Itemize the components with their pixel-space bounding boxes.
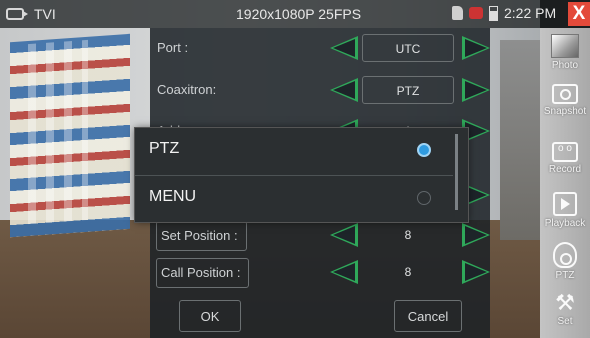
option-ptz-label: PTZ bbox=[149, 140, 180, 157]
set-position-next-arrow-icon[interactable] bbox=[462, 223, 490, 247]
snapshot-label: Snapshot bbox=[543, 106, 587, 117]
usb-icon bbox=[469, 7, 483, 19]
ptz-button[interactable]: PTZ bbox=[540, 240, 590, 281]
coaxitron-prev-arrow-icon[interactable] bbox=[330, 78, 358, 102]
option-menu-label: MENU bbox=[149, 188, 197, 205]
row-coaxitron: Coaxitron: PTZ bbox=[150, 73, 490, 107]
resolution-readout: 1920x1080P 25FPS bbox=[236, 6, 362, 22]
video-camera-icon bbox=[6, 8, 28, 20]
port-value[interactable]: UTC bbox=[362, 34, 454, 62]
set-position-button[interactable]: Set Position : bbox=[156, 221, 247, 251]
row-port: Port : UTC bbox=[150, 31, 490, 65]
coaxitron-next-arrow-icon[interactable] bbox=[462, 78, 490, 102]
close-button[interactable]: X bbox=[568, 2, 590, 26]
set-label: Set bbox=[557, 316, 573, 327]
set-position-value[interactable]: 8 bbox=[362, 221, 454, 249]
port-label: Port : bbox=[157, 40, 189, 55]
status-bar: TVI 1920x1080P 25FPS 2:22 PM X bbox=[0, 0, 590, 28]
playback-label: Playback bbox=[544, 218, 586, 229]
record-button[interactable]: Record bbox=[540, 140, 590, 175]
port-prev-arrow-icon[interactable] bbox=[330, 36, 358, 60]
playback-button[interactable]: Playback bbox=[540, 190, 590, 229]
coaxitron-dropdown-dialog: PTZ MENU bbox=[135, 128, 468, 222]
set-position-prev-arrow-icon[interactable] bbox=[330, 223, 358, 247]
dropdown-scrollbar-thumb[interactable] bbox=[455, 134, 458, 210]
port-next-arrow-icon[interactable] bbox=[462, 36, 490, 60]
radio-selected-icon[interactable] bbox=[417, 143, 431, 157]
tools-icon: ⚒ bbox=[555, 290, 575, 315]
dropdown-option-ptz[interactable]: PTZ bbox=[135, 128, 453, 174]
record-icon bbox=[552, 142, 578, 162]
play-icon bbox=[553, 192, 577, 216]
ok-button[interactable]: OK bbox=[179, 300, 241, 332]
record-label: Record bbox=[548, 164, 582, 175]
coaxitron-label: Coaxitron: bbox=[157, 82, 217, 97]
call-position-button[interactable]: Call Position : bbox=[156, 258, 250, 288]
ptz-label: PTZ bbox=[555, 270, 575, 281]
dropdown-option-menu[interactable]: MENU bbox=[135, 176, 453, 222]
status-left: TVI bbox=[6, 6, 56, 22]
screen: TVI 1920x1080P 25FPS 2:22 PM X Port : UT… bbox=[0, 0, 590, 338]
coaxitron-value[interactable]: PTZ bbox=[362, 76, 454, 104]
call-position-next-arrow-icon[interactable] bbox=[462, 260, 490, 284]
camera-icon bbox=[552, 84, 578, 104]
set-button[interactable]: ⚒ Set bbox=[540, 290, 590, 328]
call-position-value[interactable]: 8 bbox=[362, 258, 454, 286]
feed-right-wall bbox=[500, 40, 540, 240]
photo-thumbnail-icon bbox=[551, 34, 579, 58]
battery-icon bbox=[489, 5, 498, 21]
radio-unselected-icon[interactable] bbox=[417, 191, 431, 205]
sd-card-icon bbox=[452, 6, 463, 20]
input-mode: TVI bbox=[34, 6, 56, 22]
cancel-button[interactable]: Cancel bbox=[394, 300, 462, 332]
row-call-position: Call Position : 8 bbox=[150, 255, 490, 289]
row-set-position: Set Position : 8 bbox=[150, 218, 490, 252]
snapshot-button[interactable]: Snapshot bbox=[540, 82, 590, 117]
status-right: 2:22 PM bbox=[452, 5, 556, 21]
call-position-prev-arrow-icon[interactable] bbox=[330, 260, 358, 284]
clock: 2:22 PM bbox=[504, 5, 557, 21]
photo-button[interactable]: Photo bbox=[540, 28, 590, 71]
dome-camera-icon bbox=[553, 242, 577, 268]
feed-brochure-rack-detail bbox=[28, 39, 88, 225]
right-toolbar: Photo Snapshot Record Playback PTZ ⚒ Set bbox=[540, 28, 590, 338]
photo-label: Photo bbox=[551, 60, 579, 71]
dropdown-scrollbar[interactable] bbox=[453, 128, 468, 222]
